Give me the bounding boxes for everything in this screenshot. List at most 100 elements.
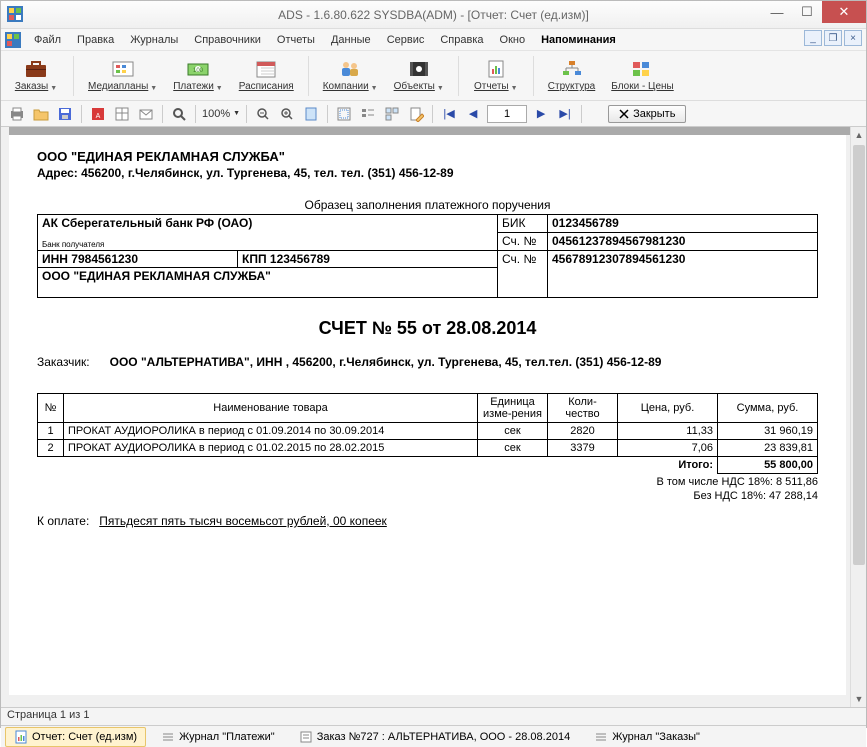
acc-value: 04561237894567981230 [548, 233, 818, 251]
journal-tab-icon [161, 730, 175, 744]
export-mail-icon[interactable] [136, 104, 156, 124]
col-name: Наименование товара [64, 394, 478, 423]
scroll-down-icon[interactable]: ▼ [851, 691, 866, 707]
thumbnails-icon[interactable] [382, 104, 402, 124]
tb-payments[interactable]: 100 Платежи▼ [167, 57, 229, 94]
separator [327, 105, 328, 123]
vat-incl: В том числе НДС 18%: 8 511,86 [656, 476, 818, 488]
print-icon[interactable] [7, 104, 27, 124]
close-button[interactable]: ✕ [822, 1, 866, 23]
chevron-down-icon: ▼ [233, 110, 240, 117]
inn-value: ИНН 7984561230 [38, 251, 238, 268]
tree-icon [560, 59, 584, 79]
separator [458, 56, 459, 96]
mediaplans-icon [111, 59, 135, 79]
totals-block: В том числе НДС 18%: 8 511,86 Без НДС 18… [37, 476, 818, 502]
menu-edit[interactable]: Правка [70, 31, 121, 49]
tab-report-invoice[interactable]: Отчет: Счет (ед.изм) [5, 727, 146, 747]
col-price: Цена, руб. [618, 394, 718, 423]
bik-value: 0123456789 [548, 215, 818, 233]
statusbar: Страница 1 из 1 [1, 707, 866, 725]
window-title: ADS - 1.6.80.622 SYSDBA(ADM) - [Отчет: С… [278, 8, 589, 22]
export-excel-icon[interactable] [112, 104, 132, 124]
zoom-control[interactable]: 100%▼ [202, 108, 240, 120]
journal-tab-icon [594, 730, 608, 744]
export-pdf-icon[interactable]: A [88, 104, 108, 124]
tb-blocks-prices[interactable]: Блоки - Цены [605, 57, 679, 94]
col-num: № [38, 394, 64, 423]
vertical-scrollbar[interactable]: ▲ ▼ [850, 127, 866, 707]
menu-reminders[interactable]: Напоминания [534, 31, 623, 49]
last-page-icon[interactable]: ▶| [555, 104, 575, 124]
menu-ref[interactable]: Справочники [187, 31, 268, 49]
menu-journals[interactable]: Журналы [123, 31, 185, 49]
calendar-icon [254, 59, 278, 79]
people-icon [338, 59, 362, 79]
next-page-icon[interactable]: ▶ [531, 104, 551, 124]
tab-journal-payments[interactable]: Журнал "Платежи" [152, 727, 284, 747]
tab-journal-orders[interactable]: Журнал "Заказы" [585, 727, 709, 747]
tb-companies[interactable]: Компании▼ [317, 57, 384, 94]
chevron-down-icon: ▼ [437, 85, 444, 92]
scroll-up-icon[interactable]: ▲ [851, 127, 866, 143]
separator [533, 56, 534, 96]
org-address: Адрес: 456200, г.Челябинск, ул. Тургенев… [37, 166, 818, 180]
zoom-in-icon[interactable] [277, 104, 297, 124]
menu-reports[interactable]: Отчеты [270, 31, 322, 49]
menu-window[interactable]: Окно [493, 31, 533, 49]
page-status: Страница 1 из 1 [7, 709, 89, 721]
recipient-bank-label: Банк получателя [42, 240, 493, 249]
maximize-button[interactable]: ☐ [792, 1, 822, 23]
menubar: Файл Правка Журналы Справочники Отчеты Д… [1, 29, 866, 51]
app-icon [7, 6, 23, 22]
bank-details-table: АК Сберегательный банк РФ (ОАО) Банк пол… [37, 214, 818, 298]
separator [581, 105, 582, 123]
menu-help[interactable]: Справка [433, 31, 490, 49]
prev-page-icon[interactable]: ◀ [463, 104, 483, 124]
bik-label: БИК [498, 215, 548, 233]
chevron-down-icon: ▼ [511, 85, 518, 92]
menu-file[interactable]: Файл [27, 31, 68, 49]
separator [195, 105, 196, 123]
acc-label: Сч. № [498, 233, 548, 251]
zoom-out-icon[interactable] [253, 104, 273, 124]
chevron-down-icon: ▼ [371, 85, 378, 92]
tb-mediaplans[interactable]: Медиапланы▼ [82, 57, 163, 94]
report-viewer: ООО "ЕДИНАЯ РЕКЛАМНАЯ СЛУЖБА" Адрес: 456… [1, 127, 866, 707]
outline-icon[interactable] [358, 104, 378, 124]
org-name: ООО "ЕДИНАЯ РЕКЛАМНАЯ СЛУЖБА" [37, 149, 818, 164]
minimize-button[interactable]: — [762, 1, 792, 23]
mdi-close[interactable]: × [844, 30, 862, 46]
margins-icon[interactable] [334, 104, 354, 124]
col-qty: Коли-чество [548, 394, 618, 423]
first-page-icon[interactable]: |◀ [439, 104, 459, 124]
mdi-minimize[interactable]: _ [804, 30, 822, 46]
vat-excl: Без НДС 18%: 47 288,14 [693, 490, 818, 502]
app-small-icon [5, 32, 21, 48]
fullpage-icon[interactable] [301, 104, 321, 124]
tb-reports[interactable]: Отчеты▼ [467, 57, 525, 94]
tab-order-727[interactable]: Заказ №727 : АЛЬТЕРНАТИВА, ООО - 28.08.2… [290, 727, 580, 747]
scrollbar-thumb[interactable] [853, 145, 865, 565]
open-icon[interactable] [31, 104, 51, 124]
page-number-input[interactable] [487, 105, 527, 123]
mdi-restore[interactable]: ❐ [824, 30, 842, 46]
chevron-down-icon: ▼ [50, 85, 57, 92]
save-icon[interactable] [55, 104, 75, 124]
report-page: ООО "ЕДИНАЯ РЕКЛАМНАЯ СЛУЖБА" Адрес: 456… [9, 135, 846, 695]
menu-service[interactable]: Сервис [380, 31, 432, 49]
close-report-button[interactable]: Закрыть [608, 105, 686, 123]
edit-page-icon[interactable] [406, 104, 426, 124]
tb-structure[interactable]: Структура [542, 57, 601, 94]
tb-schedules[interactable]: Расписания [233, 57, 300, 94]
tb-objects[interactable]: Объекты▼ [388, 57, 450, 94]
menu-data[interactable]: Данные [324, 31, 378, 49]
tb-orders[interactable]: Заказы▼ [7, 57, 65, 94]
toolbar-report: A 100%▼ |◀ ◀ ▶ ▶| Закрыть [1, 101, 866, 127]
separator [81, 105, 82, 123]
find-icon[interactable] [169, 104, 189, 124]
svg-text:100: 100 [193, 68, 204, 74]
chevron-down-icon: ▼ [150, 85, 157, 92]
separator [246, 105, 247, 123]
close-icon [619, 109, 629, 119]
